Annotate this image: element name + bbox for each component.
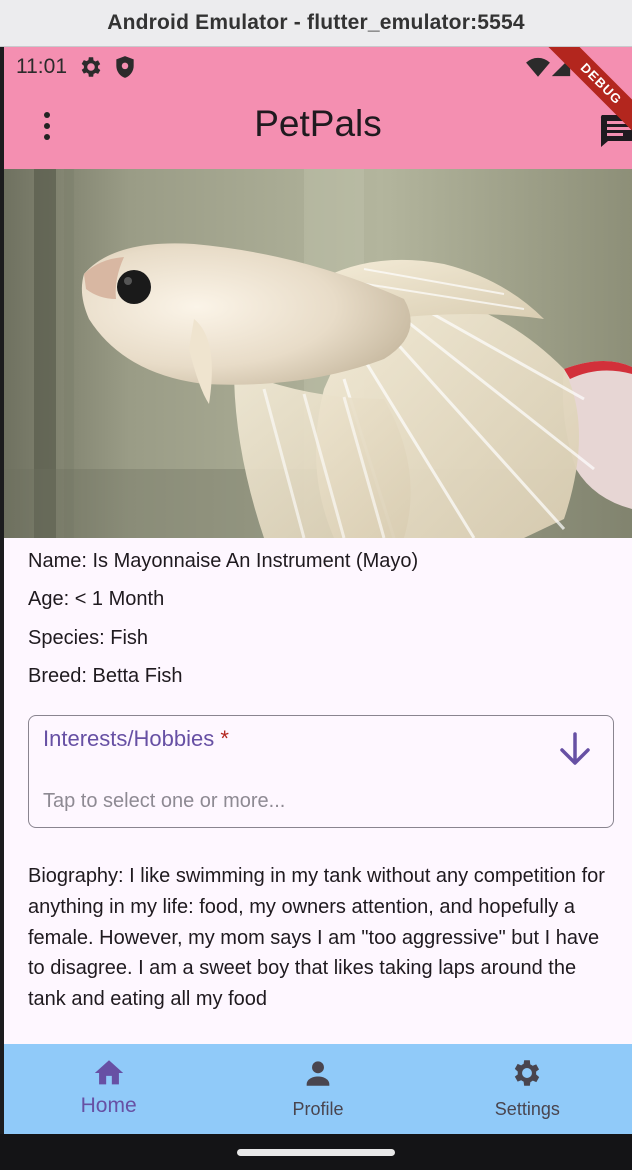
pet-biography: Biography: I like swimming in my tank wi…: [28, 865, 605, 1011]
home-icon: [94, 1060, 123, 1085]
interests-label: Interests/Hobbies *: [43, 726, 229, 752]
wifi-icon: [526, 57, 550, 77]
pet-species: Species: Fish: [28, 626, 149, 649]
nav-home-label: Home: [80, 1094, 137, 1117]
pet-photo: [4, 169, 632, 538]
pet-name: Name: Is Mayonnaise An Instrument (Mayo): [28, 550, 419, 572]
person-icon: [306, 1061, 330, 1086]
app-title: PetPals: [254, 103, 382, 144]
pet-age: Age: < 1 Month: [28, 588, 165, 611]
betta-fish-image: [4, 169, 632, 538]
app-bar: PetPals: [4, 87, 632, 169]
interests-label-text: Interests/Hobbies: [43, 726, 215, 751]
nav-profile[interactable]: Profile: [213, 1044, 422, 1134]
pet-details: Name: Is Mayonnaise An Instrument (Mayo)…: [28, 550, 618, 703]
home-gesture-handle[interactable]: [237, 1149, 395, 1156]
interests-placeholder: Tap to select one or more...: [43, 790, 286, 812]
nav-settings-label: Settings: [494, 1099, 560, 1119]
settings-status-icon: [81, 57, 101, 77]
interests-select-field[interactable]: Interests/Hobbies * Tap to select one or…: [28, 715, 614, 828]
nav-profile-label: Profile: [292, 1099, 344, 1119]
gear-icon: [515, 1060, 540, 1086]
nav-settings[interactable]: Settings: [423, 1044, 632, 1134]
pet-breed: Breed: Betta Fish: [28, 664, 183, 687]
bottom-navigation: Home Profile Settings: [4, 1044, 632, 1134]
gesture-bar: [0, 1134, 632, 1170]
arrow-down-icon[interactable]: [557, 730, 593, 768]
emulator-window-title: Android Emulator - flutter_emulator:5554: [107, 11, 525, 34]
status-time: 11:01: [16, 55, 67, 78]
emulator-titlebar: Android Emulator - flutter_emulator:5554: [0, 0, 632, 47]
shield-status-icon: [116, 56, 134, 78]
device-screen: 11:01 DEBUG PetPals Name: Is Mayonnaise …: [4, 47, 632, 1134]
status-bar: 11:01: [4, 47, 632, 87]
required-marker: *: [220, 726, 229, 751]
nav-home[interactable]: Home: [4, 1044, 213, 1134]
